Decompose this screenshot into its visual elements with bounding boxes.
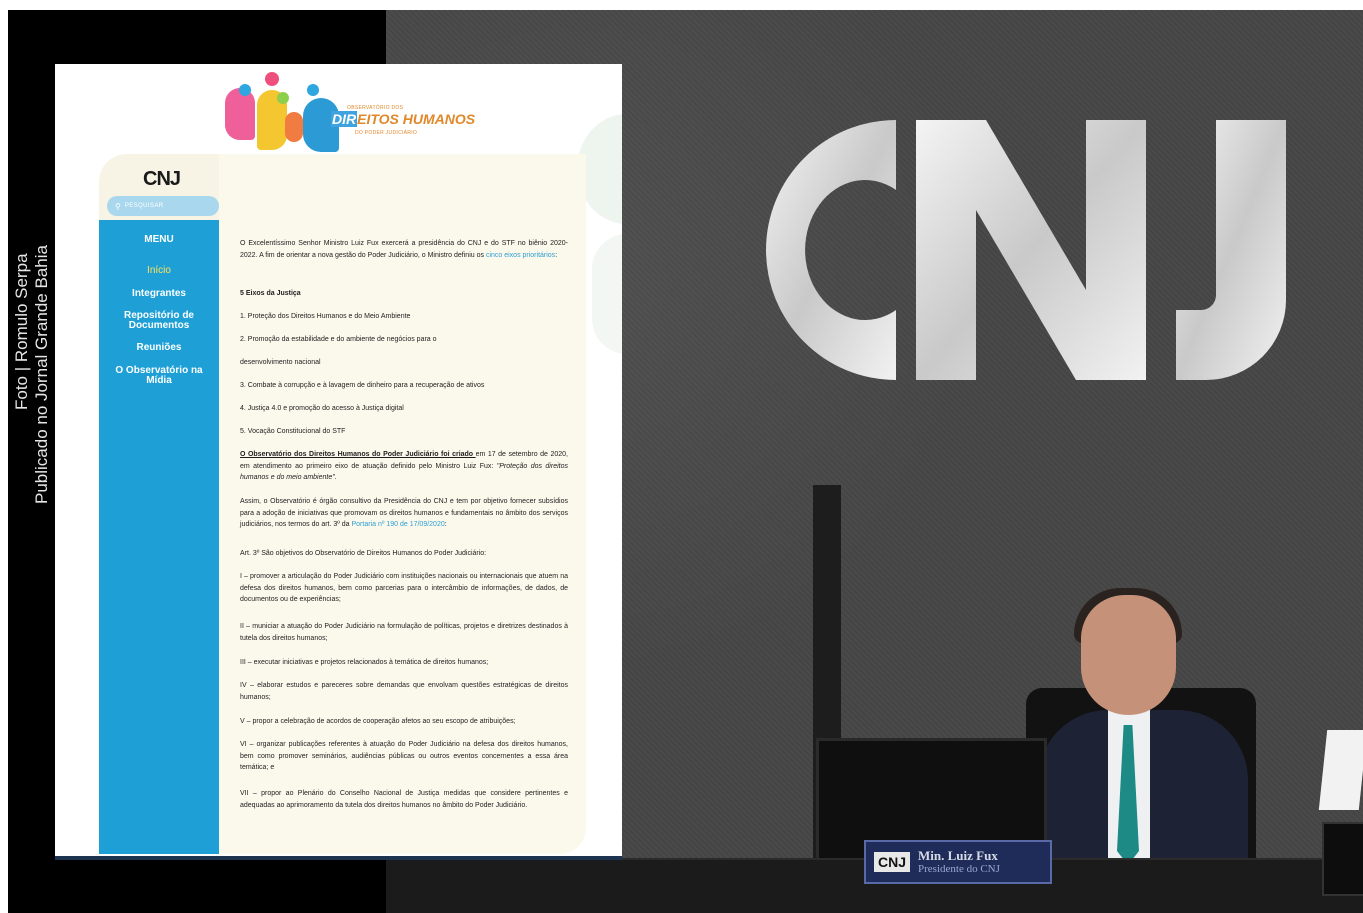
sidebar-item-reunioes[interactable]: Reuniões — [99, 343, 219, 353]
person-head — [1081, 595, 1176, 715]
logo-figure — [225, 88, 255, 140]
search-icon: ⚲ — [115, 201, 121, 211]
sidebar-item-inicio[interactable]: Início — [99, 266, 219, 276]
cinco-eixos-link[interactable]: cinco eixos prioritários — [486, 252, 555, 259]
cnj-wall-logo — [766, 120, 1286, 380]
logo-text-main-b: EITOS HUMANOS — [357, 111, 476, 127]
sidebar: CNJ ⚲ PESQUISAR MENU Início Integrantes … — [99, 154, 219, 854]
nameplate-logo: CNJ — [874, 852, 911, 872]
eixo-5: 5. Vocação Constitucional do STF — [240, 428, 346, 435]
logo-figure — [307, 84, 319, 96]
assim-end: : — [444, 521, 447, 528]
assim-paragraph: Assim, o Observatório é órgão consultivo… — [240, 496, 568, 531]
objective-4: IV – elaborar estudos e pareceres sobre … — [240, 682, 568, 701]
website-screenshot: OBSERVATÓRIO DOS DIREITOS HUMANOS DO POD… — [55, 64, 622, 860]
objective-7: VII – propor ao Plenário do Conselho Nac… — [240, 790, 568, 809]
paper-sheet — [1318, 730, 1363, 810]
eixo-4: 4. Justiça 4.0 e promoção do acesso à Ju… — [240, 405, 404, 412]
sidebar-menu: MENU Início Integrantes Repositório de D… — [99, 220, 219, 854]
portaria-link[interactable]: Portaria nº 190 de 17/09/2020 — [352, 521, 445, 528]
nameplate: CNJ Min. Luiz Fux Presidente do CNJ — [864, 840, 1052, 884]
nameplate-name: Min. Luiz Fux — [918, 848, 998, 863]
credit-line-1: Foto | Romulo Serpa — [12, 253, 31, 410]
site-bottom-bar — [55, 856, 622, 860]
logo-figure — [265, 72, 279, 86]
sidebar-item-repositorio-line2[interactable]: Documentos — [99, 321, 219, 331]
objective-1: I – promover a articulação do Poder Judi… — [240, 573, 568, 603]
logo-figure — [285, 112, 303, 142]
sidebar-item-midia-line2[interactable]: Mídia — [99, 376, 219, 386]
eixo-3: 3. Combate à corrupção e à lavagem de di… — [240, 382, 485, 389]
objective-5: V – propor a celebração de acordos de co… — [240, 718, 516, 725]
eixo-2: 2. Promoção da estabilidade e do ambient… — [240, 336, 437, 343]
nameplate-role: Presidente do CNJ — [918, 863, 1000, 875]
logo-figure — [277, 92, 289, 104]
eixos-title: 5 Eixos da Justiça — [240, 290, 301, 297]
credit-line-2: Publicado no Jornal Grande Bahia — [32, 245, 51, 504]
sidebar-item-integrantes[interactable]: Integrantes — [99, 289, 219, 299]
created-bold: O Observatório dos Direitos Humanos do P… — [240, 451, 476, 458]
logo-text-main-a: DIR — [331, 111, 358, 127]
cnj-logo[interactable]: CNJ — [143, 168, 181, 191]
device — [1322, 822, 1363, 896]
art3-paragraph: Art. 3º São objetivos do Observatório de… — [240, 550, 487, 557]
decorative-shape — [592, 234, 622, 354]
objective-6: VI – organizar publicações referentes à … — [240, 741, 568, 771]
logo-text-main: DIREITOS HUMANOS — [331, 111, 475, 127]
logo-figure — [239, 84, 251, 96]
created-paragraph: O Observatório dos Direitos Humanos do P… — [240, 449, 568, 484]
observatorio-logo[interactable]: OBSERVATÓRIO DOS DIREITOS HUMANOS DO POD… — [225, 68, 475, 154]
eixo-1: 1. Proteção dos Direitos Humanos e do Me… — [240, 313, 411, 320]
nameplate-text: Min. Luiz Fux Presidente do CNJ — [918, 848, 1000, 876]
eixo-2-cont: desenvolvimento nacional — [240, 359, 321, 366]
main-panel: CNJ ⚲ PESQUISAR MENU Início Integrantes … — [99, 154, 586, 854]
intro-end: : — [555, 251, 558, 259]
search-input[interactable]: ⚲ PESQUISAR — [107, 196, 219, 216]
intro-paragraph: O Excelentíssimo Senhor Ministro Luiz Fu… — [240, 238, 568, 261]
menu-title: MENU — [144, 234, 174, 245]
search-placeholder: PESQUISAR — [124, 203, 164, 209]
logo-text-bottom: DO PODER JUDICIÁRIO — [355, 130, 418, 136]
objective-3: III – executar iniciativas e projetos re… — [240, 659, 489, 666]
photo-frame: Foto | Romulo Serpa Publicado no Jornal … — [8, 10, 1363, 913]
photo-credit: Foto | Romulo Serpa Publicado no Jornal … — [8, 10, 58, 913]
objective-2: II – municiar a atuação do Poder Judiciá… — [240, 623, 568, 642]
